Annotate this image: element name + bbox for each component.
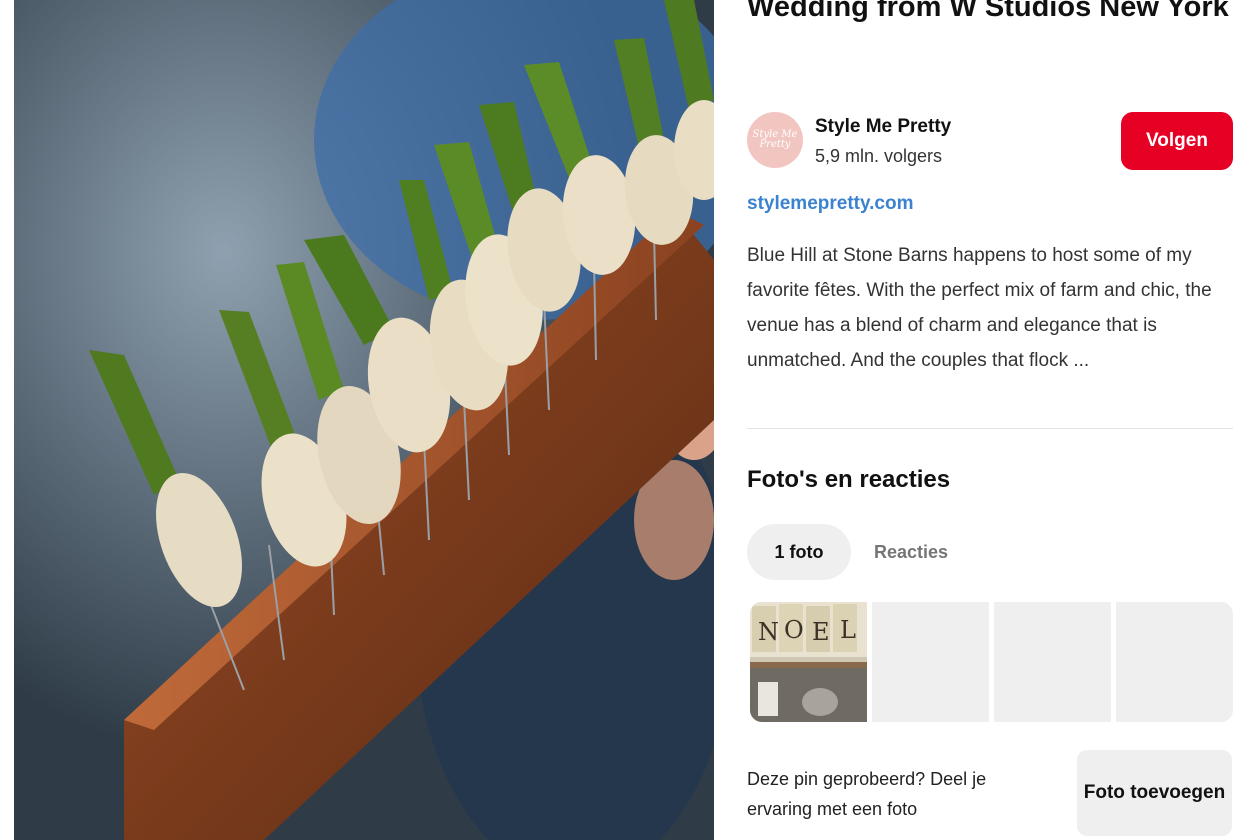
pin-description: Blue Hill at Stone Barns happens to host… <box>747 245 1212 371</box>
creator-followers: 5,9 mln. volgers <box>815 146 943 166</box>
svg-text:L: L <box>840 616 856 644</box>
empty-thumbnail <box>1116 602 1233 722</box>
add-photo-button[interactable]: Foto toevoegen <box>1077 750 1232 836</box>
svg-text:N: N <box>758 618 779 646</box>
follow-button[interactable]: Volgen <box>1121 112 1233 170</box>
pin-image[interactable] <box>14 0 714 840</box>
photo-thumbnails: N O E L <box>750 602 1234 722</box>
avatar-logo-text: Style Me Pretty <box>752 129 798 150</box>
source-link[interactable]: stylemepretty.com <box>747 193 914 215</box>
svg-text:O: O <box>784 616 804 644</box>
noel-photo-illustration: N O E L <box>750 602 867 722</box>
empty-thumbnail <box>872 602 989 722</box>
photo-thumbnail[interactable]: N O E L <box>750 602 867 722</box>
creator-name[interactable]: Style Me Pretty <box>815 116 951 138</box>
creator-row: Style Me Pretty Style Me Pretty 5,9 mln.… <box>747 112 1233 172</box>
asparagus-board-illustration <box>14 0 714 840</box>
creator-avatar[interactable]: Style Me Pretty <box>747 112 803 168</box>
tab-comments[interactable]: Reacties <box>859 524 963 580</box>
empty-thumbnail <box>994 602 1111 722</box>
svg-text:E: E <box>812 618 830 646</box>
tried-prompt: Deze pin geprobeerd? Deel je ervaring me… <box>747 769 987 819</box>
tab-photos[interactable]: 1 foto <box>747 524 851 580</box>
divider <box>747 428 1233 429</box>
pin-title: Wedding from W Studios New York <box>747 0 1229 23</box>
comments-heading: Foto's en reacties <box>747 466 951 493</box>
